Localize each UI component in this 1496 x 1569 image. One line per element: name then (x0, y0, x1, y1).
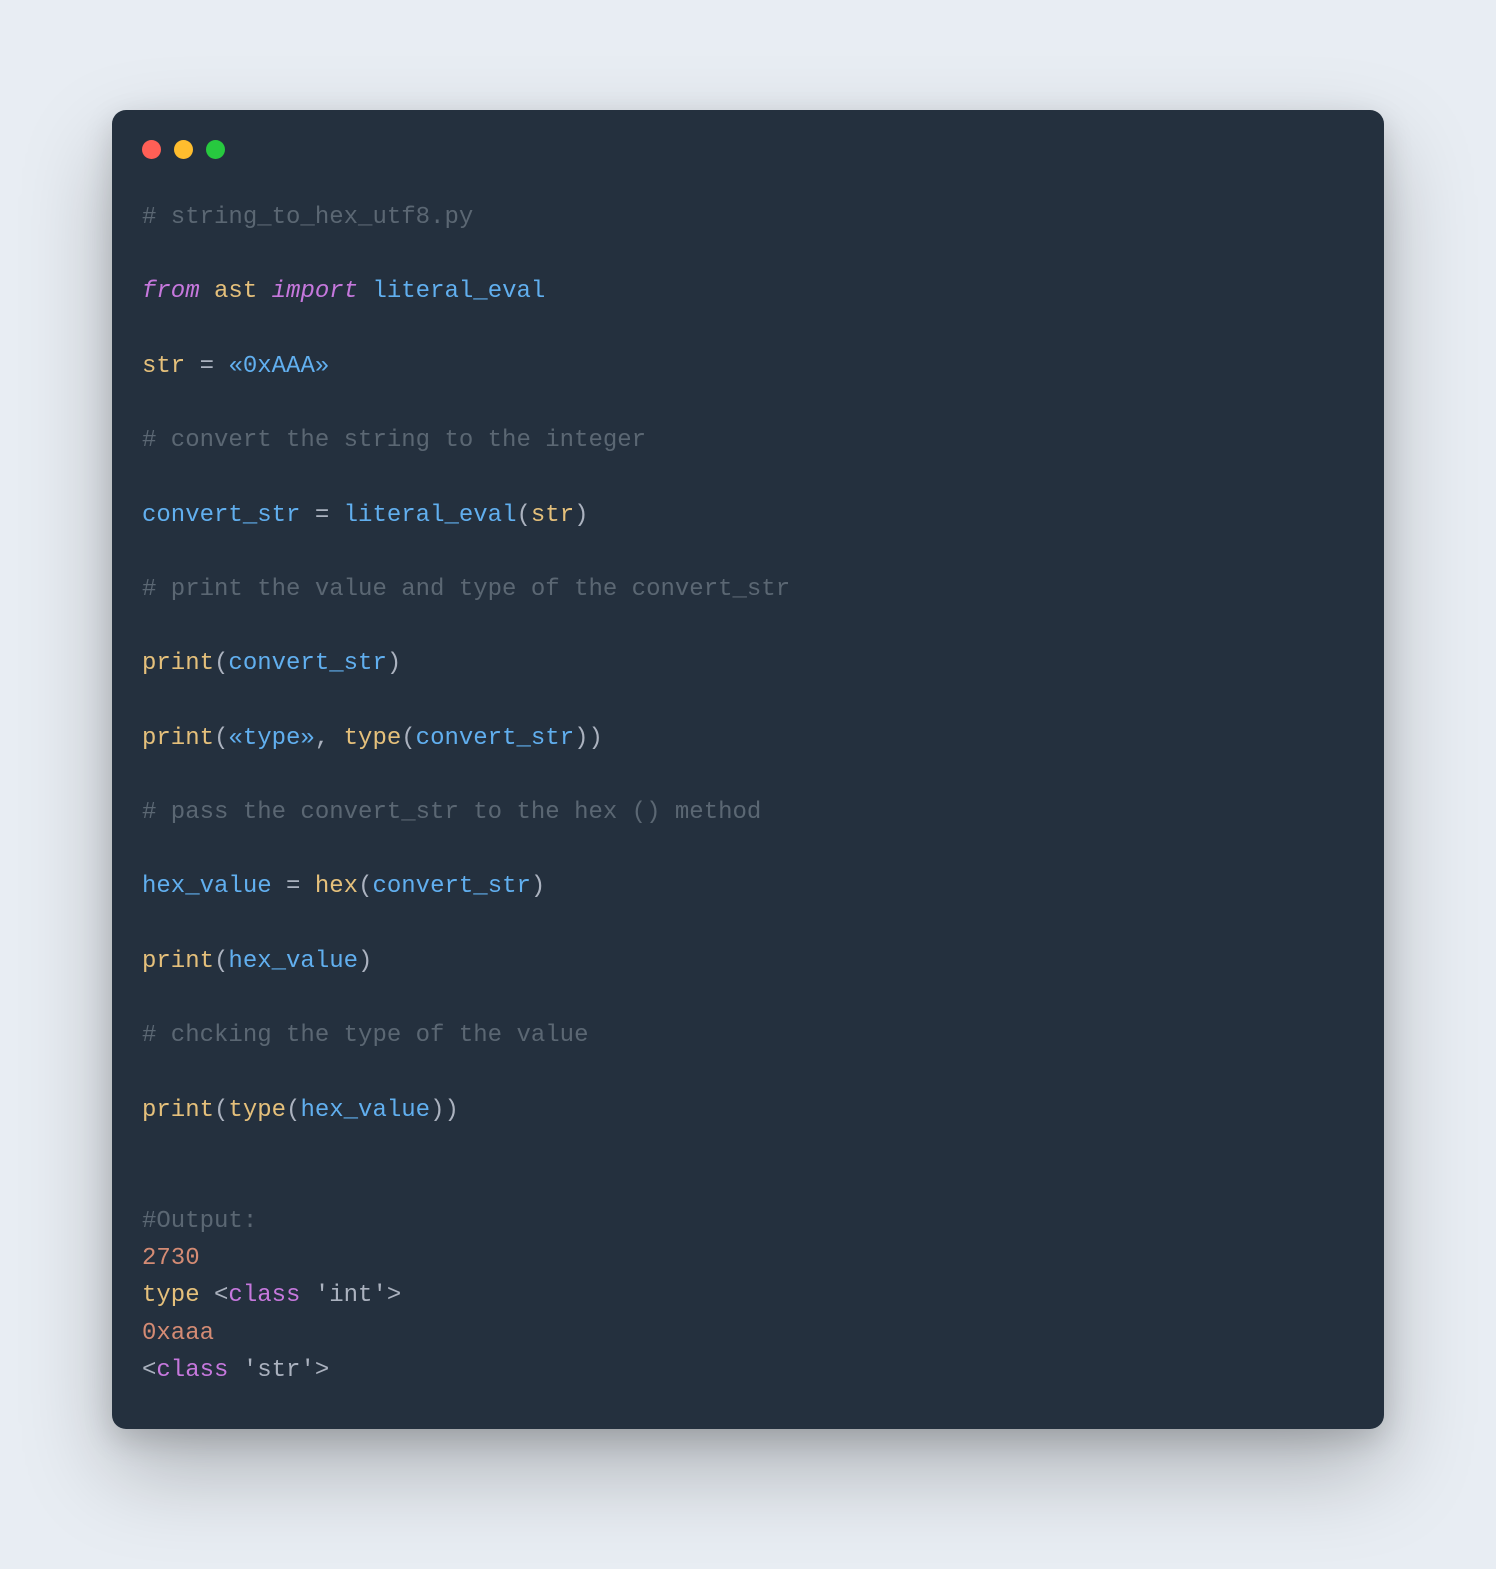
code-paren: ( (214, 650, 228, 677)
output-line: 0xaaa (142, 1320, 214, 1347)
code-func-call: hex (315, 873, 358, 900)
code-func-call: literal_eval (344, 502, 517, 529)
output-val: 'int' (315, 1282, 387, 1309)
code-comment: # print the value and type of the conver… (142, 576, 790, 603)
code-paren: ) (574, 725, 588, 752)
code-paren: ) (444, 1097, 458, 1124)
code-window: # string_to_hex_utf8.py from ast import … (112, 110, 1384, 1429)
output-val: 'str' (243, 1357, 315, 1384)
close-icon[interactable] (142, 140, 161, 159)
output-gt: > (315, 1357, 329, 1384)
code-paren: ) (589, 725, 603, 752)
code-func-call: print (142, 948, 214, 975)
code-func-call: print (142, 725, 214, 752)
code-string: «type» (228, 725, 314, 752)
code-var: hex_value (142, 873, 272, 900)
code-paren: ( (286, 1097, 300, 1124)
code-paren: ( (358, 873, 372, 900)
code-punct: , (315, 725, 344, 752)
code-string: «0xAAA» (228, 353, 329, 380)
output-gt: > (387, 1282, 401, 1309)
code-paren: ( (401, 725, 415, 752)
code-func-call: type (228, 1097, 286, 1124)
code-comment: # chcking the type of the value (142, 1022, 588, 1049)
code-arg: str (531, 502, 574, 529)
output-line: type (142, 1282, 200, 1309)
code-paren: ) (358, 948, 372, 975)
code-paren: ) (387, 650, 401, 677)
code-operator: = (300, 502, 343, 529)
output-lt: < (142, 1357, 156, 1384)
code-keyword-import: import (272, 278, 358, 305)
code-paren: ( (214, 948, 228, 975)
code-operator: = (185, 353, 228, 380)
code-paren: ) (531, 873, 545, 900)
code-func-call: print (142, 650, 214, 677)
output-line: 2730 (142, 1245, 200, 1272)
code-keyword-from: from (142, 278, 200, 305)
output-header: #Output: (142, 1208, 257, 1235)
code-func-call: type (344, 725, 402, 752)
output-class: class (228, 1282, 300, 1309)
code-import-name: literal_eval (372, 278, 545, 305)
code-paren: ) (430, 1097, 444, 1124)
code-comment: # string_to_hex_utf8.py (142, 204, 473, 231)
output-lt: < (200, 1282, 229, 1309)
code-arg: convert_str (228, 650, 386, 677)
output-sp (228, 1357, 242, 1384)
code-operator: = (272, 873, 315, 900)
code-paren: ) (574, 502, 588, 529)
code-paren: ( (214, 1097, 228, 1124)
code-comment: # pass the convert_str to the hex () met… (142, 799, 761, 826)
code-module: ast (214, 278, 257, 305)
code-block: # string_to_hex_utf8.py from ast import … (112, 169, 1384, 1399)
minimize-icon[interactable] (174, 140, 193, 159)
maximize-icon[interactable] (206, 140, 225, 159)
code-arg: convert_str (416, 725, 574, 752)
output-sp (300, 1282, 314, 1309)
code-arg: hex_value (300, 1097, 430, 1124)
window-titlebar (112, 110, 1384, 169)
code-comment: # convert the string to the integer (142, 427, 646, 454)
code-paren: ( (214, 725, 228, 752)
code-var: str (142, 353, 185, 380)
output-class: class (156, 1357, 228, 1384)
code-arg: hex_value (228, 948, 358, 975)
code-arg: convert_str (372, 873, 530, 900)
code-func-call: print (142, 1097, 214, 1124)
code-paren: ( (516, 502, 530, 529)
code-var: convert_str (142, 502, 300, 529)
